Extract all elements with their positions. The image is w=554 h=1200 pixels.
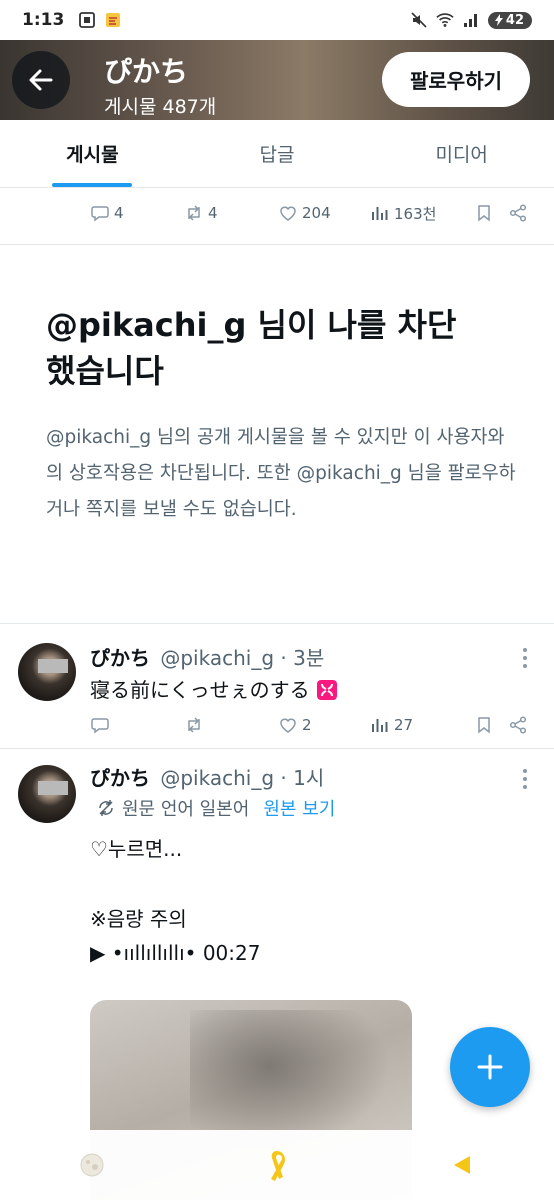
moon-icon[interactable] — [72, 1145, 112, 1185]
censor-bar — [38, 781, 68, 795]
heart-icon — [280, 206, 296, 221]
like-count: 2 — [302, 716, 312, 734]
show-original-link[interactable]: 원본 보기 — [263, 795, 335, 821]
profile-tabs: 게시물 답글 미디어 — [0, 120, 554, 188]
avatar[interactable] — [18, 765, 76, 823]
view-count: 27 — [394, 716, 414, 734]
wifi-icon — [436, 11, 454, 29]
like-button[interactable]: 204 — [278, 203, 370, 223]
blocked-description: @pikachi_g 님의 공개 게시물을 볼 수 있지만 이 사용자와의 상호… — [46, 427, 516, 520]
bottom-bar — [0, 1130, 554, 1200]
status-left-icons — [78, 11, 122, 29]
avatar[interactable] — [18, 643, 76, 701]
repost-button[interactable] — [184, 715, 278, 735]
signal-icon — [462, 11, 480, 29]
reply-button[interactable] — [90, 715, 184, 735]
post-actions: 4 4 204 163천 — [90, 198, 530, 228]
more-options-icon[interactable] — [518, 648, 532, 668]
reply-count: 4 — [114, 204, 124, 222]
tab-active-indicator — [52, 183, 133, 187]
tab-replies-label: 답글 — [259, 144, 295, 166]
tab-media-label: 미디어 — [435, 144, 488, 166]
profile-header: ぴかち 게시물 487개 팔로우하기 — [0, 40, 554, 120]
media-shade — [190, 1010, 390, 1150]
share-button[interactable] — [508, 715, 528, 735]
repost-button[interactable]: 4 — [184, 203, 278, 223]
divider — [0, 244, 554, 245]
tab-replies[interactable]: 답글 — [185, 120, 370, 187]
views-button[interactable]: 163천 — [370, 203, 474, 224]
repost-icon — [188, 717, 200, 733]
like-count: 204 — [302, 204, 331, 222]
repost-count: 4 — [208, 204, 218, 222]
translation-note: 원문 언어 일본어 — [122, 799, 250, 820]
compose-button[interactable] — [450, 1027, 530, 1107]
status-time: 1:13 — [22, 10, 65, 30]
screenshot-icon — [78, 11, 96, 29]
battery-level: 42 — [505, 12, 524, 28]
reply-icon — [91, 206, 109, 222]
post-time: · 1시 — [280, 766, 325, 790]
divider — [0, 623, 554, 624]
bookmark-icon — [478, 205, 490, 222]
post-line: ※음량 주의 — [90, 907, 187, 931]
heart-icon — [280, 718, 296, 733]
post-text: 寝る前にくっせぇのする — [90, 674, 338, 703]
header-display-name: ぴかち — [104, 55, 189, 88]
tab-posts[interactable]: 게시물 — [0, 120, 185, 187]
post-author-handle[interactable]: @pikachi_g — [160, 766, 274, 790]
post-line: ♡누르면... — [90, 837, 183, 861]
share-icon — [509, 204, 527, 222]
post-header: ぴかち @pikachi_g · 3분 — [90, 642, 324, 671]
more-options-icon[interactable] — [518, 769, 532, 789]
post-time: · 3분 — [280, 646, 325, 670]
anger-symbol-icon — [316, 680, 337, 700]
header-post-count: 게시물 487개 — [104, 96, 217, 118]
tab-media[interactable]: 미디어 — [369, 120, 554, 187]
views-icon — [372, 207, 388, 220]
status-bar: 1:13 42 — [0, 0, 554, 40]
censor-bar — [38, 659, 68, 673]
arrow-left-icon — [29, 69, 53, 91]
share-button[interactable] — [508, 203, 528, 223]
post-author-handle[interactable]: @pikachi_g — [160, 646, 274, 670]
divider — [0, 748, 554, 749]
mute-icon — [410, 11, 428, 29]
blocked-title: @pikachi_g 님이 나를 차단했습니다 — [46, 306, 457, 390]
like-button[interactable]: 2 — [278, 715, 370, 735]
back-button[interactable] — [12, 51, 70, 109]
translate-icon — [99, 800, 113, 816]
post-author-name[interactable]: ぴかち — [90, 766, 150, 790]
triangle-left-icon[interactable] — [442, 1145, 482, 1185]
yellow-ribbon-icon[interactable] — [257, 1145, 297, 1185]
views-icon — [372, 719, 388, 732]
tab-posts-label: 게시물 — [66, 144, 119, 166]
bookmark-button[interactable] — [474, 203, 508, 223]
views-button[interactable]: 27 — [370, 715, 474, 735]
status-right: 42 — [410, 11, 532, 29]
reply-icon — [91, 718, 109, 734]
repost-icon — [188, 205, 200, 221]
plus-icon — [477, 1054, 503, 1080]
post-author-name[interactable]: ぴかち — [90, 646, 150, 670]
audio-line: ▶ •ııllıllıllı• 00:27 — [90, 941, 261, 965]
battery-icon: 42 — [487, 11, 532, 29]
bookmark-icon — [478, 717, 490, 734]
follow-button[interactable]: 팔로우하기 — [382, 52, 530, 107]
reply-button[interactable]: 4 — [90, 203, 184, 223]
post-body: 寝る前にくっせぇのする — [90, 678, 310, 702]
share-icon — [509, 716, 527, 734]
post-header: ぴかち @pikachi_g · 1시 — [90, 762, 324, 791]
post-actions: 2 27 — [90, 710, 530, 740]
translation-row: 원문 언어 일본어 원본 보기 — [96, 795, 335, 821]
bookmark-button[interactable] — [474, 715, 508, 735]
view-count: 163천 — [394, 204, 437, 223]
notes-icon — [104, 11, 122, 29]
